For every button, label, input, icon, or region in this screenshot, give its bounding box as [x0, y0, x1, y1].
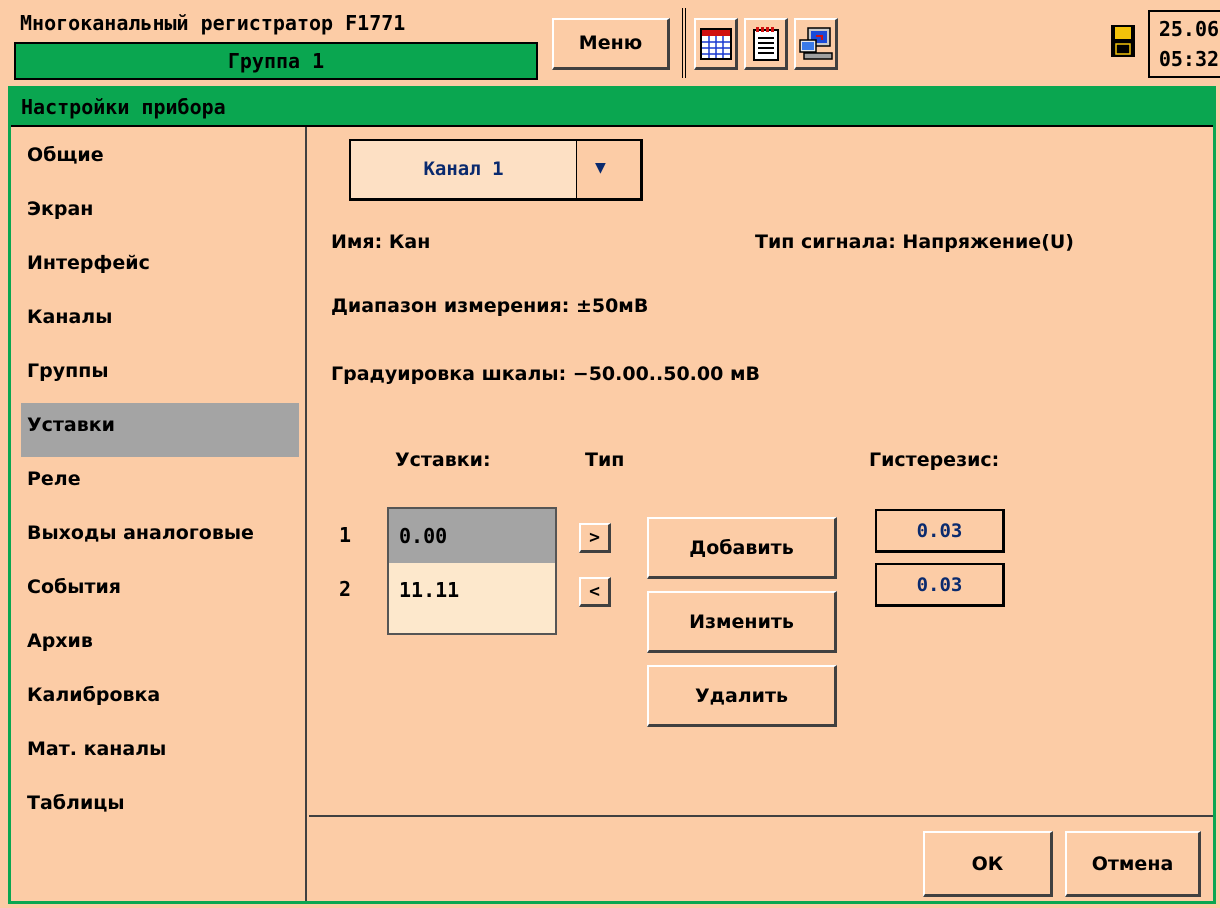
- sidebar-item-relays[interactable]: Реле: [21, 457, 299, 511]
- sidebar-item-screen[interactable]: Экран: [21, 187, 299, 241]
- channel-dropdown[interactable]: Канал 1 ▼: [349, 139, 643, 201]
- type-header: Тип: [585, 449, 625, 471]
- sidebar-item-channels[interactable]: Каналы: [21, 295, 299, 349]
- sidebar-item-calibration[interactable]: Калибровка: [21, 673, 299, 727]
- list-item[interactable]: 0.00: [389, 509, 555, 563]
- sidebar-item-events[interactable]: События: [21, 565, 299, 619]
- chevron-down-icon: ▼: [595, 157, 606, 178]
- title-box: Многоканальный регистратор F1771 Группа …: [10, 8, 538, 80]
- sidebar-item-setpoints[interactable]: Уставки: [21, 403, 299, 457]
- delete-button[interactable]: Удалить: [647, 665, 837, 727]
- sidebar-item-archive[interactable]: Архив: [21, 619, 299, 673]
- hysteresis-header: Гистерезис:: [869, 449, 1000, 471]
- window-title: Настройки прибора: [11, 89, 1213, 127]
- computer-button[interactable]: [794, 18, 838, 70]
- floppy-disk-icon: [1111, 25, 1135, 57]
- hysteresis-field[interactable]: 0.03: [875, 509, 1005, 553]
- sidebar-item-general[interactable]: Общие: [21, 133, 299, 187]
- notepad-icon: [752, 26, 779, 61]
- measurement-range: Диапазон измерения: ±50мВ: [331, 295, 649, 317]
- setpoint-row-number: 2: [339, 577, 352, 601]
- dialog-footer: ОК Отмена: [309, 815, 1213, 901]
- app-title: Многоканальный регистратор F1771: [20, 11, 406, 35]
- type-greater-button[interactable]: >: [579, 523, 611, 553]
- top-bar: Многоканальный регистратор F1771 Группа …: [0, 0, 1220, 86]
- list-item[interactable]: 11.11: [389, 563, 555, 617]
- table-button[interactable]: [694, 18, 738, 70]
- notepad-button[interactable]: [744, 18, 788, 70]
- settings-sidebar: Общие Экран Интерфейс Каналы Группы Уста…: [11, 127, 307, 901]
- sidebar-item-analog-outputs[interactable]: Выходы аналоговые: [21, 511, 299, 565]
- signal-type: Тип сигнала: Напряжение(U): [755, 231, 1074, 253]
- ok-button[interactable]: ОК: [923, 831, 1053, 897]
- channel-name: Имя: Кан: [331, 231, 431, 253]
- date-text: 25.06.07: [1158, 17, 1220, 41]
- sidebar-item-groups[interactable]: Группы: [21, 349, 299, 403]
- toolbar-divider: [682, 8, 686, 78]
- save-indicator: [1110, 24, 1136, 62]
- setpoints-panel: Канал 1 ▼ Имя: Кан Тип сигнала: Напряжен…: [309, 127, 1213, 901]
- group-indicator[interactable]: Группа 1: [14, 42, 538, 80]
- add-button[interactable]: Добавить: [647, 517, 837, 579]
- edit-button[interactable]: Изменить: [647, 591, 837, 653]
- sidebar-item-interface[interactable]: Интерфейс: [21, 241, 299, 295]
- channel-dropdown-value: Канал 1: [351, 141, 577, 198]
- table-icon: [699, 27, 732, 60]
- cancel-button[interactable]: Отмена: [1065, 831, 1201, 897]
- computer-icon: [798, 26, 833, 60]
- settings-window: Настройки прибора Общие Экран Интерфейс …: [8, 86, 1216, 904]
- time-text: 05:32:37: [1158, 47, 1220, 71]
- menu-button[interactable]: Меню: [552, 18, 670, 70]
- sidebar-item-math-channels[interactable]: Мат. каналы: [21, 727, 299, 781]
- type-less-button[interactable]: <: [579, 577, 611, 607]
- scale-calibration: Градуировка шкалы: −50.00..50.00 мВ: [331, 363, 760, 385]
- setpoints-header: Уставки:: [395, 449, 491, 471]
- datetime-display: 25.06.07 05:32:37: [1148, 10, 1220, 78]
- setpoints-list[interactable]: 0.00 11.11: [387, 507, 557, 635]
- setpoint-row-number: 1: [339, 523, 352, 547]
- hysteresis-field[interactable]: 0.03: [875, 563, 1005, 607]
- sidebar-item-tables[interactable]: Таблицы: [21, 781, 299, 835]
